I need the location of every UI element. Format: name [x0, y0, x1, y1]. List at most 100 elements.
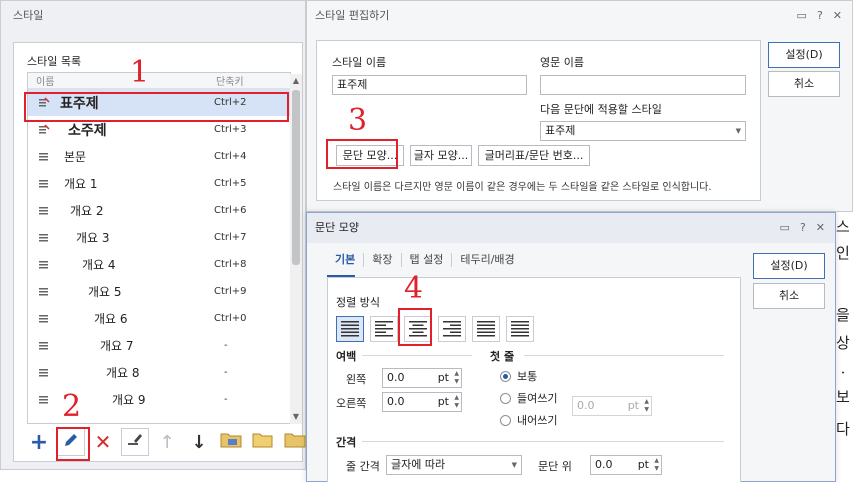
edit-style-group: 스타일 이름 표주제 영문 이름 다음 문단에 적용할 스타일 표주제 ▼ 문단… [316, 40, 761, 201]
style-item-shortcut: Ctrl+3 [214, 124, 247, 135]
style-item-6[interactable]: 개요 3 Ctrl+7 [28, 224, 290, 251]
style-item-shortcut: Ctrl+0 [214, 313, 247, 324]
line-spacing-select[interactable]: 글자에 따라 ▼ [386, 455, 522, 475]
tab-basic[interactable]: 기본 [327, 253, 365, 267]
move-down-button[interactable]: ↓ [185, 428, 213, 456]
export-style-button[interactable] [281, 428, 309, 456]
style-item-5[interactable]: 개요 2 Ctrl+6 [28, 197, 290, 224]
paragraph-titlebar: 문단 모양 ▭ ? ✕ [307, 213, 835, 243]
para-before-input[interactable]: 0.0 pt ▲ ▼ [590, 455, 662, 475]
style-item-name: 개요 7 [100, 339, 134, 353]
cancel-button[interactable]: 취소 [768, 71, 840, 97]
style-dialog-title: 스타일 [1, 1, 305, 31]
tab-extended[interactable]: 확장 [364, 253, 402, 267]
unit-label: pt [637, 458, 649, 471]
chevron-down-icon: ▼ [511, 461, 517, 469]
para-before-label: 문단 위 [538, 460, 572, 473]
right-margin-input[interactable]: 0.0 pt ▲ ▼ [382, 392, 462, 412]
doc-text-fragment: 상 [836, 334, 850, 352]
align-label: 정렬 방식 [336, 296, 380, 309]
style-item-9[interactable]: 개요 6 Ctrl+0 [28, 305, 290, 332]
help-icon[interactable]: ? [800, 213, 806, 243]
para-ok-button[interactable]: 설정(D) [753, 253, 825, 279]
style-item-name: 개요 6 [94, 312, 128, 326]
style-list[interactable]: 이름 단축키 표주제 Ctrl+2 소주제 Ctrl+3 본문 Ctrl+4 개… [27, 72, 291, 424]
line-spacing-label: 줄 간격 [346, 460, 380, 473]
spinner-icon[interactable]: ▲ ▼ [454, 394, 459, 410]
close-icon[interactable]: ✕ [833, 1, 842, 31]
radio-outdent[interactable]: 내어쓰기 [500, 412, 557, 428]
style-item-4[interactable]: 개요 1 Ctrl+5 [28, 170, 290, 197]
spinner-icon[interactable]: ▲ ▼ [454, 370, 459, 386]
style-item-7[interactable]: 개요 4 Ctrl+8 [28, 251, 290, 278]
style-item-10[interactable]: 개요 7 - [28, 332, 290, 359]
style-list-scrollbar[interactable]: ▲ ▼ [290, 74, 302, 424]
style-item-name: 본문 [64, 150, 87, 164]
close-icon[interactable]: ✕ [816, 213, 825, 243]
annotation-box-4 [398, 308, 432, 346]
para-style-icon [38, 151, 50, 163]
close-icon: ✕ [94, 430, 112, 454]
add-style-button[interactable]: + [25, 428, 53, 456]
radio-dot [500, 392, 511, 404]
left-margin-input[interactable]: 0.0 pt ▲ ▼ [382, 368, 462, 388]
align-right-button[interactable] [438, 316, 466, 342]
caption-icon[interactable]: ▭ [780, 213, 790, 243]
bullet-numbering-button[interactable]: 글머리표/문단 번호... [478, 145, 590, 166]
style-name-input[interactable]: 표주제 [332, 75, 527, 95]
align-right-icon [442, 319, 462, 340]
align-distribute-icon [476, 319, 496, 340]
align-split-button[interactable] [506, 316, 534, 342]
radio-normal-label: 보통 [517, 370, 538, 383]
next-style-select[interactable]: 표주제 ▼ [540, 121, 746, 141]
delete-style-button[interactable]: ✕ [89, 428, 117, 456]
tab-border-background[interactable]: 테두리/배경 [452, 253, 522, 267]
scroll-up-icon[interactable]: ▲ [290, 74, 302, 88]
open-style-button[interactable] [249, 428, 277, 456]
align-justify-icon [340, 319, 360, 340]
style-item-3[interactable]: 본문 Ctrl+4 [28, 143, 290, 170]
move-up-button[interactable]: ↑ [153, 428, 181, 456]
para-style-icon [38, 123, 50, 136]
para-style-icon [38, 286, 50, 298]
para-style-icon [38, 259, 50, 271]
style-item-name: 개요 1 [64, 177, 98, 191]
para-cancel-button[interactable]: 취소 [753, 283, 825, 309]
radio-outdent-label: 내어쓰기 [517, 414, 558, 427]
tab-tab-settings[interactable]: 탭 설정 [402, 253, 453, 267]
annotation-box-2 [56, 427, 90, 461]
import-style-button[interactable] [217, 428, 245, 456]
align-left-button[interactable] [370, 316, 398, 342]
scroll-down-icon[interactable]: ▼ [290, 410, 302, 424]
scroll-thumb[interactable] [292, 90, 300, 265]
ok-button[interactable]: 설정(D) [768, 42, 840, 68]
spinner-icon[interactable]: ▲ ▼ [644, 398, 649, 414]
align-distribute-button[interactable] [472, 316, 500, 342]
align-buttons [336, 316, 534, 342]
style-item-8[interactable]: 개요 5 Ctrl+9 [28, 278, 290, 305]
help-icon[interactable]: ? [817, 1, 823, 31]
format-style-button[interactable] [121, 428, 149, 456]
annotation-number-3: 3 [348, 103, 368, 138]
indent-value-input[interactable]: 0.0 pt ▲ ▼ [572, 396, 652, 416]
folder-export-icon [284, 431, 306, 454]
spacing-section-title: 간격 [336, 436, 357, 449]
style-item-11[interactable]: 개요 8 - [28, 359, 290, 386]
radio-indent[interactable]: 들여쓰기 [500, 390, 557, 406]
para-style-icon [38, 205, 50, 217]
right-margin-value: 0.0 [387, 395, 405, 408]
char-shape-button[interactable]: 글자 모양... [410, 145, 472, 166]
radio-dot [500, 414, 511, 426]
column-name: 이름 [36, 77, 55, 88]
style-item-name: 개요 8 [106, 366, 140, 380]
radio-normal[interactable]: 보통 [500, 368, 537, 384]
brush-icon [126, 431, 144, 454]
line-spacing-value: 글자에 따라 [391, 458, 446, 471]
spinner-icon[interactable]: ▲ ▼ [654, 457, 659, 473]
align-justify-button[interactable] [336, 316, 364, 342]
paragraph-title: 문단 모양 [315, 221, 359, 234]
caption-icon[interactable]: ▭ [797, 1, 807, 31]
english-name-input[interactable] [540, 75, 746, 95]
doc-text-fragment: 다 [836, 420, 850, 438]
style-item-name: 개요 5 [88, 285, 122, 299]
